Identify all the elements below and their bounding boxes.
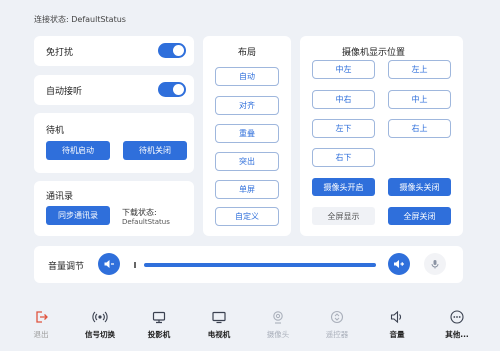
nav-more[interactable]: 其他...	[429, 303, 485, 351]
volume-card: 音量调节	[34, 246, 463, 283]
connection-status: 连接状态: DefaultStatus	[34, 15, 126, 24]
nav-camera-label: 摄像头	[266, 330, 290, 339]
nav-signal-label: 信号切换	[85, 330, 115, 339]
signal-icon	[92, 311, 108, 323]
camera-mid-left-button[interactable]: 中左	[312, 60, 375, 79]
nav-exit[interactable]: 退出	[13, 303, 69, 351]
nav-projector[interactable]: 投影机	[131, 303, 187, 351]
camera-bottom-left-button[interactable]: 左下	[312, 119, 375, 138]
auto-answer-toggle[interactable]	[158, 82, 186, 97]
camera-top-left-button[interactable]: 左上	[388, 60, 451, 79]
contacts-title: 通讯录	[46, 192, 74, 202]
camera-top-right-button[interactable]: 右上	[388, 119, 451, 138]
standby-card: 待机 待机启动 待机关闭	[34, 113, 194, 173]
mic-button[interactable]	[424, 253, 446, 275]
dnd-toggle[interactable]	[158, 43, 186, 58]
dnd-label: 免打扰	[46, 48, 74, 58]
layout-card: 布局 自动 对齐 重叠 突出 单屏 自定义	[203, 36, 291, 236]
layout-overlap-button[interactable]: 重叠	[215, 124, 279, 143]
camera-on-button[interactable]: 摄像头开启	[312, 178, 375, 196]
nav-signal[interactable]: 信号切换	[72, 303, 128, 351]
projector-icon	[152, 311, 166, 324]
sync-contacts-button[interactable]: 同步通讯录	[46, 206, 110, 225]
auto-answer-card: 自动接听	[34, 75, 194, 105]
layout-auto-button[interactable]: 自动	[215, 67, 279, 86]
mic-icon	[431, 260, 439, 269]
nav-remote[interactable]: 遥控器	[309, 303, 365, 351]
volume-down-button[interactable]	[98, 253, 120, 275]
more-icon	[450, 310, 464, 324]
nav-remote-label: 遥控器	[325, 330, 349, 339]
nav-volume-label: 音量	[389, 330, 405, 339]
volume-up-button[interactable]	[388, 253, 410, 275]
bottom-nav: 退出 信号切换 投影机 电视机 摄像头 遥控器 音量 其他...	[0, 303, 500, 351]
nav-exit-label: 退出	[33, 330, 49, 339]
fullscreen-button[interactable]: 全屏显示	[312, 207, 375, 225]
nav-more-label: 其他...	[445, 330, 469, 339]
layout-title: 布局	[238, 48, 257, 58]
layout-align-button[interactable]: 对齐	[215, 96, 279, 115]
auto-answer-label: 自动接听	[46, 87, 83, 97]
camera-mid-top-button[interactable]: 中上	[388, 90, 451, 109]
camera-bottom-right-button[interactable]: 右下	[312, 148, 375, 167]
camera-icon	[273, 311, 283, 324]
remote-icon	[330, 310, 344, 324]
dnd-card: 免打扰	[34, 36, 194, 66]
standby-close-button[interactable]: 待机关闭	[123, 141, 187, 160]
camera-position-card: 摄像机显示位置 中左 左上 中右 中上 左下 右上 右下 摄像头开启 摄像头关闭…	[300, 36, 463, 236]
exit-icon	[36, 311, 48, 323]
volume-up-icon	[394, 260, 404, 268]
nav-projector-label: 投影机	[147, 330, 171, 339]
nav-tv-label: 电视机	[207, 330, 231, 339]
volume-label: 音量调节	[48, 262, 85, 272]
standby-start-button[interactable]: 待机启动	[46, 141, 110, 160]
standby-title: 待机	[46, 126, 65, 136]
camera-off-button[interactable]: 摄像头关闭	[388, 178, 451, 196]
nav-tv[interactable]: 电视机	[191, 303, 247, 351]
volume-down-icon	[104, 260, 114, 268]
volume-slider[interactable]	[144, 263, 376, 267]
volume-icon	[390, 310, 402, 324]
contacts-card: 通讯录 同步通讯录 下载状态: DefaultStatus	[34, 181, 194, 236]
download-status-value: DefaultStatus	[122, 218, 170, 226]
layout-single-button[interactable]: 单屏	[215, 180, 279, 199]
layout-custom-button[interactable]: 自定义	[215, 207, 279, 226]
volume-slider-thumb[interactable]	[134, 262, 136, 268]
layout-highlight-button[interactable]: 突出	[215, 152, 279, 171]
camera-position-title: 摄像机显示位置	[342, 48, 406, 58]
download-status-label: 下载状态:	[122, 208, 157, 217]
tv-icon	[212, 311, 226, 324]
nav-camera[interactable]: 摄像头	[250, 303, 306, 351]
nav-volume[interactable]: 音量	[369, 303, 425, 351]
camera-mid-right-button[interactable]: 中右	[312, 90, 375, 109]
fullscreen-off-button[interactable]: 全屏关闭	[388, 207, 451, 225]
